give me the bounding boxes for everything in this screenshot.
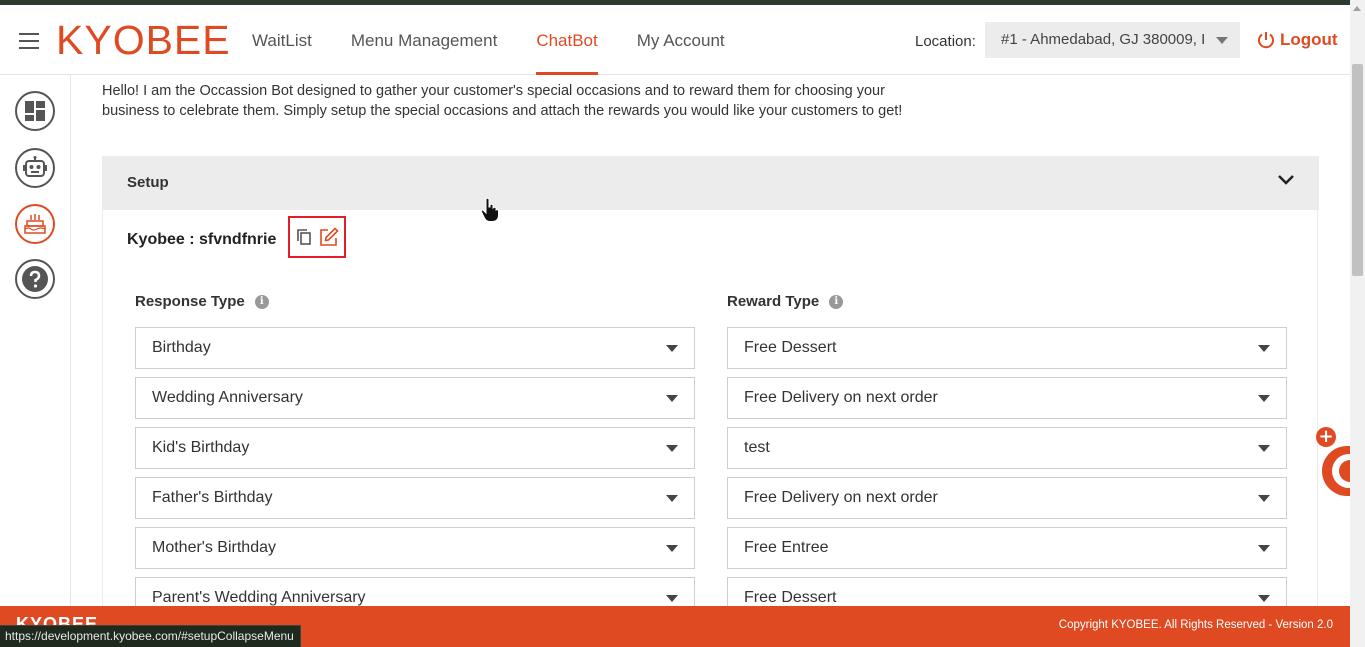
select-value: Kid's Birthday	[152, 439, 250, 456]
response-type-select[interactable]: Father's Birthday	[135, 477, 695, 519]
response-type-select[interactable]: Mother's Birthday	[135, 527, 695, 569]
help-icon	[22, 266, 48, 292]
browser-status-url: https://development.kyobee.com/#setupCol…	[0, 625, 301, 647]
caret-down-icon	[666, 495, 678, 502]
sidebar-item-occasions[interactable]	[15, 204, 55, 244]
select-value: Free Dessert	[744, 589, 837, 606]
kyobee-logo[interactable]: KYOBEE	[56, 17, 231, 64]
info-icon[interactable]: i	[829, 294, 844, 309]
main-nav: WaitList Menu Management ChatBot My Acco…	[252, 5, 764, 75]
response-type-select[interactable]: Kid's Birthday	[135, 427, 695, 469]
response-type-label: Response Type i	[135, 293, 269, 310]
power-icon	[1258, 32, 1274, 49]
response-type-label-text: Response Type	[135, 293, 245, 310]
select-value: Free Delivery on next order	[744, 489, 938, 506]
reward-type-select[interactable]: Free Delivery on next order	[727, 377, 1287, 419]
add-widget-button[interactable]: +	[1316, 427, 1336, 447]
select-value: Free Dessert	[744, 339, 837, 356]
page-scrollbar[interactable]	[1350, 0, 1365, 647]
hamburger-menu-icon[interactable]	[19, 33, 39, 49]
location-select[interactable]: #1 - Ahmedabad, GJ 380009, India	[985, 22, 1240, 58]
info-icon[interactable]: i	[254, 294, 269, 309]
footer-copyright: Copyright KYOBEE. All Rights Reserved - …	[1058, 619, 1333, 631]
nav-waitlist[interactable]: WaitList	[252, 5, 312, 75]
caret-down-icon	[1258, 545, 1270, 552]
caret-down-icon	[1258, 495, 1270, 502]
response-type-select[interactable]: Wedding Anniversary	[135, 377, 695, 419]
bot-actions-box	[288, 216, 346, 258]
chevron-down-icon	[1278, 175, 1294, 185]
sidebar-item-chatbot[interactable]	[15, 148, 55, 188]
setup-title: Setup	[127, 174, 169, 191]
reward-type-label: Reward Type i	[727, 293, 844, 310]
sidebar-item-help[interactable]	[15, 259, 55, 299]
intro-text: Hello! I am the Occassion Bot designed t…	[102, 83, 903, 119]
copy-icon	[297, 229, 311, 245]
select-value: test	[744, 439, 770, 456]
scroll-up-arrow-icon[interactable]	[1353, 6, 1361, 11]
location-label: Location:	[915, 33, 976, 50]
select-value: Father's Birthday	[152, 489, 273, 506]
reward-type-select[interactable]: test	[727, 427, 1287, 469]
select-value: Free Entree	[744, 539, 829, 556]
caret-down-icon	[666, 345, 678, 352]
hand-cursor-icon	[480, 197, 499, 222]
dashboard-icon	[25, 101, 45, 121]
chevron-down-icon	[1216, 37, 1228, 44]
app-header: KYOBEE WaitList Menu Management ChatBot …	[0, 5, 1350, 75]
reward-type-label-text: Reward Type	[727, 293, 820, 310]
nav-my-account[interactable]: My Account	[637, 5, 725, 75]
select-value: Wedding Anniversary	[152, 389, 303, 406]
birthday-cake-icon	[24, 214, 46, 234]
caret-down-icon	[1258, 345, 1270, 352]
edit-button[interactable]	[319, 227, 339, 247]
robot-icon	[23, 156, 47, 177]
reward-type-select[interactable]: Free Entree	[727, 527, 1287, 569]
edit-icon	[320, 227, 339, 246]
caret-down-icon	[1258, 595, 1270, 602]
caret-down-icon	[666, 545, 678, 552]
select-value: Parent's Wedding Anniversary	[152, 589, 366, 606]
nav-menu-management[interactable]: Menu Management	[351, 5, 497, 75]
select-value: Free Delivery on next order	[744, 389, 938, 406]
caret-down-icon	[666, 595, 678, 602]
scroll-thumb[interactable]	[1352, 64, 1363, 276]
bot-name: Kyobee : sfvndfnrie	[127, 231, 277, 248]
logout-button[interactable]: Logout	[1256, 30, 1338, 50]
caret-down-icon	[1258, 395, 1270, 402]
select-value: Birthday	[152, 339, 211, 356]
reward-type-select[interactable]: Free Dessert	[727, 327, 1287, 369]
select-value: Mother's Birthday	[152, 539, 276, 556]
reward-type-select[interactable]: Free Delivery on next order	[727, 477, 1287, 519]
response-type-select[interactable]: Birthday	[135, 327, 695, 369]
sidebar-item-dashboard[interactable]	[15, 91, 55, 131]
caret-down-icon	[666, 445, 678, 452]
sidebar	[0, 75, 71, 606]
caret-down-icon	[666, 395, 678, 402]
location-value: #1 - Ahmedabad, GJ 380009, India	[1001, 31, 1206, 48]
logout-label: Logout	[1280, 30, 1338, 49]
copy-button[interactable]	[295, 228, 313, 246]
nav-chatbot[interactable]: ChatBot	[536, 5, 599, 75]
caret-down-icon	[1258, 445, 1270, 452]
setup-panel: Setup Kyobee : sfvndfnrie Response Type …	[102, 156, 1319, 619]
setup-collapse-header[interactable]: Setup	[103, 156, 1319, 210]
